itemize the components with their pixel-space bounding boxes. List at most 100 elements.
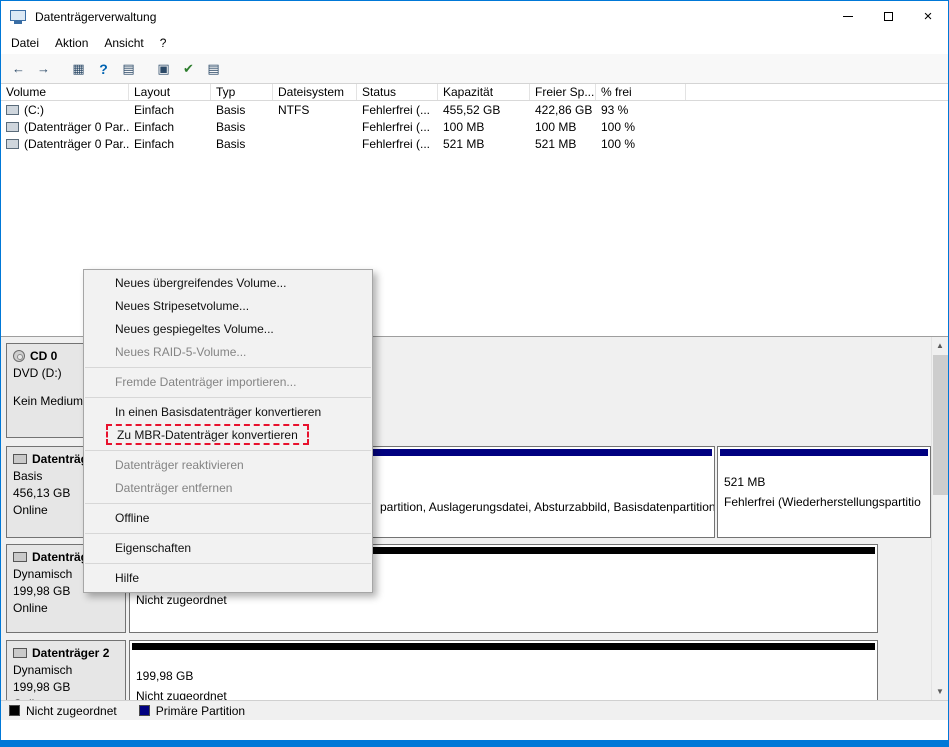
table-row[interactable]: (Datenträger 0 Par... Einfach Basis Fehl… (1, 118, 948, 135)
help-icon[interactable]: ? (91, 57, 116, 80)
action-console-icon[interactable]: ▣ (151, 57, 176, 80)
menu-item-neues-uebergreifendes-volume[interactable]: Neues übergreifendes Volume... (84, 272, 372, 295)
scroll-down-icon[interactable]: ▼ (932, 683, 948, 700)
vertical-scrollbar[interactable]: ▲ ▼ (931, 337, 948, 700)
cell-typ: Basis (211, 120, 273, 134)
volume-name: (Datenträger 0 Par... (24, 120, 129, 134)
col-status[interactable]: Status (357, 84, 438, 100)
disk2-row: Datenträger 2 Dynamisch 199,98 GB Online… (6, 640, 928, 700)
maximize-button[interactable] (868, 1, 908, 32)
close-button[interactable]: × (908, 1, 948, 32)
cell-prozent: 100 % (596, 120, 686, 134)
disk2-type: Dynamisch (13, 663, 119, 677)
disk2-unallocated-region[interactable]: 199,98 GB Nicht zugeordnet (129, 640, 878, 700)
cell-kapazitaet: 455,52 GB (438, 103, 530, 117)
table-row[interactable]: (Datenträger 0 Par... Einfach Basis Fehl… (1, 135, 948, 152)
cd-icon (13, 350, 25, 362)
check-icon[interactable]: ✔ (176, 57, 201, 80)
console-tree-icon[interactable]: ▦ (66, 57, 91, 80)
col-volume[interactable]: Volume (1, 84, 129, 100)
menu-aktion[interactable]: Aktion (47, 33, 96, 53)
menu-item-fremde-datentraeger-importieren: Fremde Datenträger importieren... (84, 371, 372, 394)
window-title: Datenträgerverwaltung (35, 10, 156, 24)
cell-layout: Einfach (129, 137, 211, 151)
menu-ansicht[interactable]: Ansicht (96, 33, 151, 53)
menu-separator (85, 367, 371, 368)
partition-size: 521 MB (724, 475, 924, 489)
window-bottom-border (1, 740, 948, 746)
col-kapazitaet[interactable]: Kapazität (438, 84, 530, 100)
col-prozent-frei[interactable]: % frei (596, 84, 686, 100)
disk-icon (13, 552, 27, 562)
maximize-icon (884, 12, 893, 21)
volume-name: (Datenträger 0 Par... (24, 137, 129, 151)
menu-separator (85, 450, 371, 451)
toolbar: ← → ▦ ? ▤ ▣ ✔ ▤ (1, 54, 948, 84)
menu-item-neues-stripesetvolume[interactable]: Neues Stripesetvolume... (84, 295, 372, 318)
panes-view-icon[interactable]: ▤ (116, 57, 141, 80)
volume-icon (6, 105, 19, 115)
menu-item-eigenschaften[interactable]: Eigenschaften (84, 537, 372, 560)
disk2-status: Online (13, 697, 119, 700)
menu-item-zu-mbr-datentraeger-konvertieren[interactable]: Zu MBR-Datenträger konvertieren (84, 424, 372, 447)
partition-stripe (720, 449, 928, 456)
disk2-size: 199,98 GB (13, 680, 119, 694)
unallocated-swatch (9, 705, 20, 716)
properties-list-icon[interactable]: ▤ (201, 57, 226, 80)
menu-separator (85, 503, 371, 504)
cell-frei: 521 MB (530, 137, 596, 151)
col-typ[interactable]: Typ (211, 84, 273, 100)
cd0-name: CD 0 (30, 349, 57, 363)
minimize-icon (843, 16, 853, 17)
cell-typ: Basis (211, 137, 273, 151)
menu-item-datentraeger-entfernen: Datenträger entfernen (84, 477, 372, 500)
menu-datei[interactable]: Datei (3, 33, 47, 53)
forward-icon[interactable]: → (31, 57, 56, 80)
region-size: 199,98 GB (136, 669, 871, 683)
titlebar: Datenträgerverwaltung × (1, 1, 948, 32)
menu-item-datentraeger-reaktivieren: Datenträger reaktivieren (84, 454, 372, 477)
volume-icon (6, 139, 19, 149)
cell-status: Fehlerfrei (... (357, 137, 438, 151)
cell-dateisystem: NTFS (273, 103, 357, 117)
table-row[interactable]: (C:) Einfach Basis NTFS Fehlerfrei (... … (1, 101, 948, 118)
window-bottom-filler (1, 720, 948, 740)
disk2-name: Datenträger 2 (32, 646, 109, 660)
menu-item-in-basisdatentraeger-konvertieren[interactable]: In einen Basisdatenträger konvertieren (84, 401, 372, 424)
col-dateisystem[interactable]: Dateisystem (273, 84, 357, 100)
menu-item-neues-gespiegeltes-volume[interactable]: Neues gespiegeltes Volume... (84, 318, 372, 341)
partition-status-text: partition, Auslagerungsdatei, Absturzabb… (380, 500, 715, 514)
app-icon (10, 10, 28, 24)
menu-item-hilfe[interactable]: Hilfe (84, 567, 372, 590)
region-status-text: Nicht zugeordnet (136, 593, 871, 607)
cell-prozent: 93 % (596, 103, 686, 117)
statusbar: Nicht zugeordnet Primäre Partition (1, 700, 948, 720)
primary-partition-swatch (139, 705, 150, 716)
menu-separator (85, 397, 371, 398)
menu-hilfe[interactable]: ? (152, 33, 175, 53)
cell-status: Fehlerfrei (... (357, 103, 438, 117)
menu-item-neues-raid5-volume: Neues RAID-5-Volume... (84, 341, 372, 364)
region-status-text: Nicht zugeordnet (136, 689, 871, 700)
disk0-partition-2[interactable]: 521 MB Fehlerfrei (Wiederherstellungspar… (717, 446, 931, 538)
scrollbar-thumb[interactable] (933, 355, 948, 495)
legend-unallocated: Nicht zugeordnet (9, 704, 117, 718)
volume-name: (C:) (24, 103, 44, 117)
close-icon: × (924, 9, 933, 24)
menu-item-offline[interactable]: Offline (84, 507, 372, 530)
cell-frei: 100 MB (530, 120, 596, 134)
disk2-label-panel[interactable]: Datenträger 2 Dynamisch 199,98 GB Online (6, 640, 126, 700)
cell-prozent: 100 % (596, 137, 686, 151)
back-icon[interactable]: ← (6, 57, 31, 80)
menubar: Datei Aktion Ansicht ? (1, 32, 948, 54)
minimize-button[interactable] (828, 1, 868, 32)
cell-kapazitaet: 100 MB (438, 120, 530, 134)
col-layout[interactable]: Layout (129, 84, 211, 100)
disk-icon (13, 454, 27, 464)
cell-layout: Einfach (129, 120, 211, 134)
col-freier-speicher[interactable]: Freier Sp... (530, 84, 596, 100)
legend-label: Nicht zugeordnet (26, 704, 117, 718)
mbr-highlight-box: Zu MBR-Datenträger konvertieren (106, 424, 309, 445)
cell-frei: 422,86 GB (530, 103, 596, 117)
scroll-up-icon[interactable]: ▲ (932, 337, 948, 354)
